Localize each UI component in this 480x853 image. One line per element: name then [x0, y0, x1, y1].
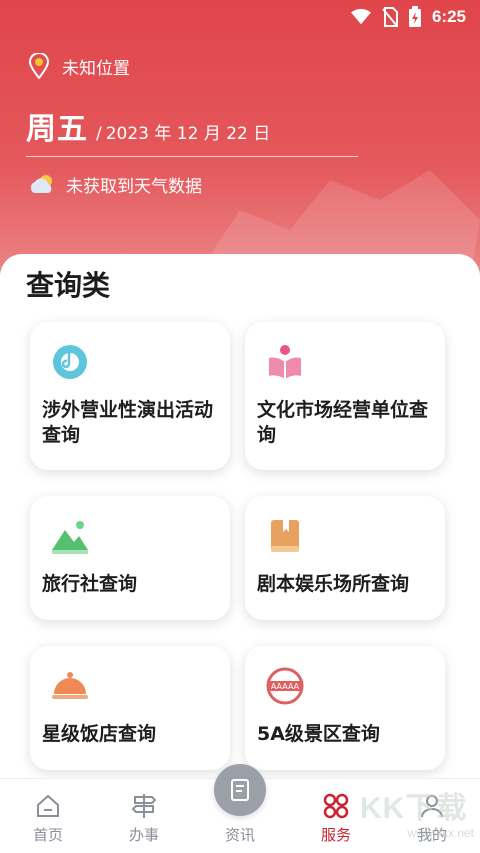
card-star-hotel[interactable]: 星级饭店查询 [30, 646, 230, 770]
card-culture-market[interactable]: 文化市场经营单位查询 [245, 322, 445, 470]
battery-charging-icon [408, 6, 421, 27]
signpost-icon [131, 794, 157, 818]
wifi-icon [351, 8, 371, 25]
card-title: 5A级景区查询 [257, 723, 380, 745]
card-title: 星级饭店查询 [42, 723, 157, 745]
tab-label: 办事 [128, 826, 159, 844]
weather-label: 未获取到天气数据 [66, 176, 202, 197]
card-title: 旅行社查询 [42, 573, 138, 595]
cloud-sun-icon [30, 175, 52, 193]
weather-info: 未获取到天气数据 [28, 170, 202, 198]
aaaaa-badge-icon: AAAAA [266, 667, 304, 705]
kk-watermark-url: www.kkx.net [407, 826, 474, 840]
tab-affairs[interactable]: 办事 [112, 792, 176, 845]
tab-label: 服务 [320, 826, 351, 844]
tab-news-button[interactable] [214, 764, 266, 816]
home-icon [37, 794, 59, 817]
card-5a-scenic[interactable]: AAAAA 5A级景区查询 [245, 646, 445, 770]
kk-watermark: KK下载 www.kkx.net [360, 792, 480, 848]
card-title: 文化市场经营单位查询 [257, 399, 429, 446]
date-separator: / [96, 124, 102, 144]
book-icon [271, 520, 299, 552]
mountain-icon [52, 521, 88, 554]
open-book-icon [269, 345, 301, 379]
kk-watermark-brand: KK下载 [360, 792, 468, 825]
location-pin-icon [28, 53, 50, 79]
date-display: 周五 / 2023 年 12 月 22 日 [26, 104, 271, 147]
weekday-label: 周五 [26, 112, 88, 147]
tab-home[interactable]: 首页 [16, 792, 80, 845]
location-label: 未知位置 [62, 58, 130, 79]
card-title: 剧本娱乐场所查询 [257, 573, 410, 595]
document-icon [231, 779, 249, 801]
location-selector[interactable]: 未知位置 [28, 52, 130, 80]
music-disc-icon [53, 345, 87, 379]
card-travel-agency[interactable]: 旅行社查询 [30, 496, 230, 620]
card-title: 涉外营业性演出活动查询 [42, 399, 214, 446]
tab-news-label[interactable]: 资讯 [214, 824, 266, 845]
tab-label: 首页 [32, 826, 63, 844]
header-divider [26, 156, 358, 157]
status-bar: 6:25 [0, 0, 480, 34]
tab-service[interactable]: 服务 [304, 792, 368, 845]
no-sim-icon [382, 7, 398, 27]
status-time: 6:25 [431, 7, 466, 26]
food-cloche-icon [52, 672, 88, 699]
card-script-entertainment[interactable]: 剧本娱乐场所查询 [245, 496, 445, 620]
svg-text:AAAAA: AAAAA [271, 682, 300, 691]
section-title: 查询类 [26, 269, 111, 302]
grid-icon [323, 793, 349, 819]
date-label: 2023 年 12 月 22 日 [105, 124, 271, 144]
card-foreign-performance[interactable]: 涉外营业性演出活动查询 [30, 322, 230, 470]
